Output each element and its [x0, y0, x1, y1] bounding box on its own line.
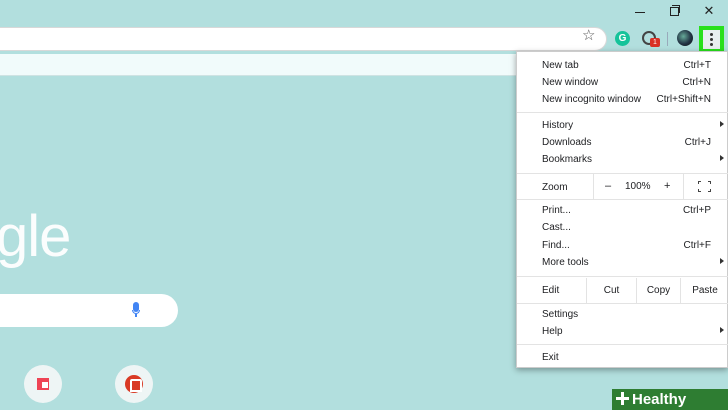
- menu-item-new-incognito-window[interactable]: New incognito window Ctrl+Shift+N: [517, 91, 728, 108]
- medical-cross-icon: [616, 392, 629, 405]
- chrome-menu-button[interactable]: [699, 26, 724, 53]
- menu-divider: [517, 344, 728, 345]
- menu-item-history[interactable]: History: [517, 117, 728, 134]
- restore-button[interactable]: [657, 0, 691, 22]
- menu-item-new-tab[interactable]: New tab Ctrl+T: [517, 57, 728, 74]
- copy-button[interactable]: Copy: [636, 278, 680, 303]
- browser-toolbar: ☆ G 1: [0, 25, 728, 53]
- paste-button[interactable]: Paste: [680, 278, 728, 303]
- menu-edit-row: Edit Cut Copy Paste: [517, 278, 728, 303]
- menu-item-label: Cast...: [542, 222, 571, 233]
- menu-dot: [710, 43, 713, 46]
- menu-item-help[interactable]: Help: [517, 323, 728, 340]
- cut-button[interactable]: Cut: [586, 278, 636, 303]
- menu-item-find[interactable]: Find... Ctrl+F: [517, 237, 728, 254]
- submenu-arrow-icon: [720, 327, 724, 333]
- grammarly-letter: G: [618, 33, 627, 44]
- menu-item-label: Print...: [542, 205, 571, 216]
- menu-divider: [517, 112, 728, 113]
- menu-item-label: New tab: [542, 60, 579, 71]
- restore-icon: [669, 4, 680, 16]
- shortcut-tile-1[interactable]: [24, 365, 62, 403]
- menu-item-label: Settings: [542, 309, 579, 320]
- menu-item-shortcut: Ctrl+P: [682, 205, 711, 216]
- menu-item-cast[interactable]: Cast...: [517, 219, 728, 236]
- menu-item-more-tools[interactable]: More tools: [517, 254, 728, 271]
- submenu-arrow-icon: [720, 121, 724, 127]
- chrome-dropdown-menu: New tab Ctrl+T New window Ctrl+N New inc…: [516, 51, 728, 368]
- microphone-icon[interactable]: [132, 302, 140, 319]
- submenu-arrow-icon: [720, 258, 724, 264]
- menu-item-shortcut: Ctrl+T: [683, 60, 712, 71]
- extension-badge: 1: [650, 38, 660, 47]
- menu-item-shortcut: Ctrl+F: [683, 240, 712, 251]
- submenu-arrow-icon: [720, 155, 724, 161]
- site-favicon-icon: [37, 378, 49, 390]
- menu-zoom-row: Zoom – 100% +: [517, 174, 728, 199]
- menu-item-label: History: [542, 120, 574, 131]
- menu-item-print[interactable]: Print... Ctrl+P: [517, 202, 728, 219]
- menu-divider: [517, 199, 728, 200]
- zoom-label: Zoom: [542, 182, 568, 193]
- menu-item-label: Find...: [542, 240, 570, 251]
- zoom-level: 100%: [625, 181, 651, 192]
- profile-avatar[interactable]: [677, 30, 693, 46]
- toolbar-separator: [667, 32, 668, 46]
- extension-icon[interactable]: 1: [642, 31, 660, 47]
- menu-item-new-window[interactable]: New window Ctrl+N: [517, 74, 728, 91]
- watermark-text: Healthy Living: [632, 391, 687, 408]
- menu-item-settings[interactable]: Settings: [517, 306, 728, 323]
- menu-item-exit[interactable]: Exit: [517, 349, 728, 366]
- menu-divider: [517, 303, 728, 304]
- menu-item-label: Bookmarks: [542, 154, 593, 165]
- menu-item-label: New incognito window: [542, 94, 641, 105]
- zoom-out-button[interactable]: –: [605, 180, 611, 192]
- menu-item-downloads[interactable]: Downloads Ctrl+J: [517, 134, 728, 151]
- minimize-icon: [635, 11, 645, 13]
- google-search-box[interactable]: [0, 294, 178, 327]
- site-favicon-icon: [125, 375, 143, 393]
- edit-label: Edit: [542, 285, 560, 296]
- watermark-badge: Healthy Living: [612, 389, 728, 410]
- zoom-in-button[interactable]: +: [664, 180, 670, 192]
- menu-item-label: Help: [542, 326, 563, 337]
- close-icon: ✕: [703, 3, 715, 18]
- close-button[interactable]: ✕: [692, 0, 726, 22]
- shortcut-tile-2[interactable]: [115, 365, 153, 403]
- menu-item-label: New window: [542, 77, 599, 88]
- menu-item-label: Downloads: [542, 137, 592, 148]
- menu-item-bookmarks[interactable]: Bookmarks: [517, 151, 728, 168]
- menu-item-label: More tools: [542, 257, 589, 268]
- bookmark-star-icon[interactable]: ☆: [582, 28, 595, 44]
- grammarly-extension-icon[interactable]: G: [615, 31, 630, 46]
- menu-dot: [710, 33, 713, 36]
- menu-item-shortcut: Ctrl+J: [684, 137, 711, 148]
- menu-item-label: Exit: [542, 352, 559, 363]
- menu-dot: [710, 38, 713, 41]
- google-logo: gle: [0, 204, 71, 269]
- menu-item-shortcut: Ctrl+N: [682, 77, 711, 88]
- address-bar[interactable]: [0, 27, 607, 51]
- minimize-button[interactable]: [623, 0, 657, 22]
- fullscreen-icon[interactable]: [698, 181, 711, 192]
- menu-item-shortcut: Ctrl+Shift+N: [656, 94, 711, 105]
- menu-divider: [517, 276, 728, 277]
